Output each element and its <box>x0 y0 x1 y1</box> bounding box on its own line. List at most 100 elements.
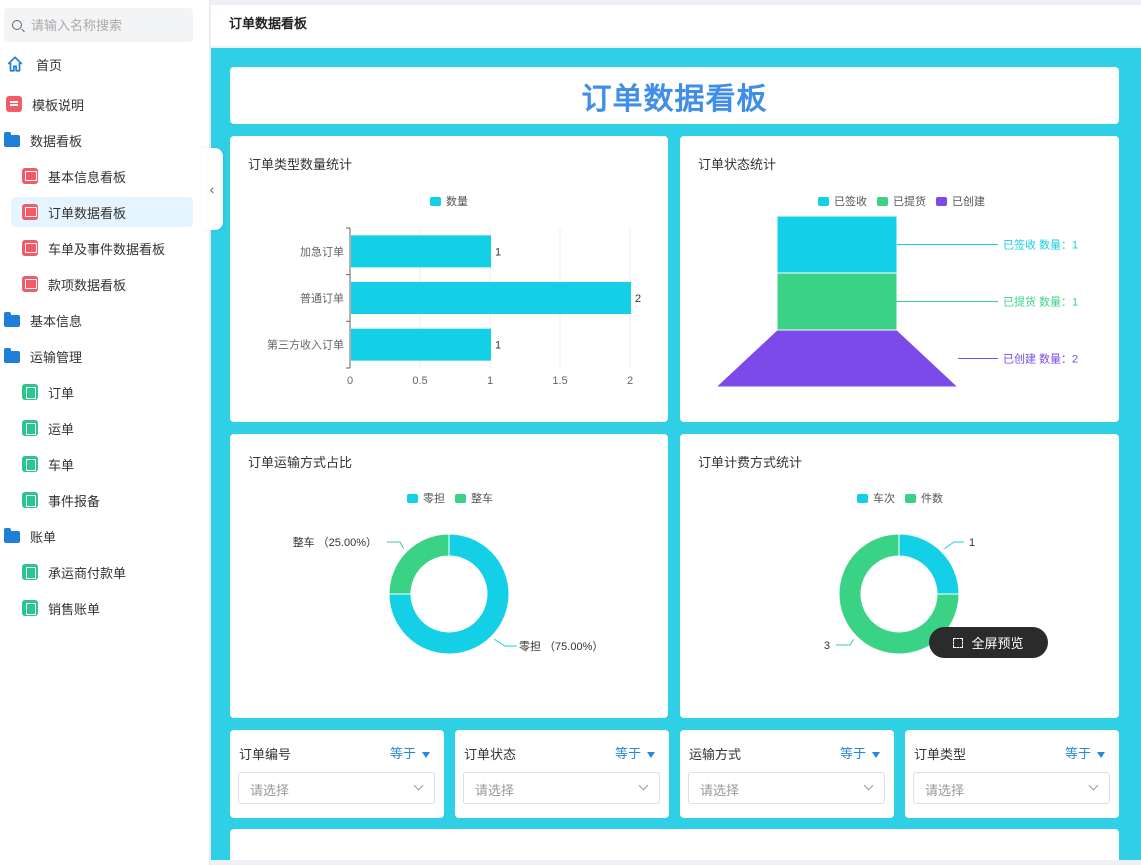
filter-label: 订单状态 <box>464 747 517 762</box>
chart-icon <box>22 168 38 184</box>
sidebar-item-label: 基本信息看板 <box>48 169 127 185</box>
bar <box>351 235 491 268</box>
fullscreen-preview-label: 全屏预览 <box>971 636 1024 651</box>
chevron-left-icon: ‹ <box>209 181 215 197</box>
sidebar-item-label: 承运商付款单 <box>48 565 127 581</box>
filter-label: 订单编号 <box>239 747 292 762</box>
filter-label: 订单类型 <box>914 747 967 762</box>
sidebar: 首页 模板说明 数据看板 基本信息看板 订单数据看板 车单及事件数据看板 款项数… <box>0 0 210 865</box>
donut-slice <box>388 533 450 595</box>
donut-chart: 13 <box>824 533 975 655</box>
sidebar-item-carrier-payments[interactable]: 承运商付款单 <box>22 557 192 587</box>
sidebar-item-transport[interactable]: 运输管理 <box>4 341 194 371</box>
funnel-segment <box>776 215 898 274</box>
data-label: 已提货 数量：1 <box>1003 295 1078 309</box>
sidebar-item-template-guide[interactable]: 模板说明 <box>6 89 196 119</box>
bar <box>351 282 631 314</box>
chart-card-billing-mode: 订单计费方式统计 车次 件数 13 <box>680 434 1119 718</box>
data-label: 零担 （75.00%） <box>519 639 603 653</box>
sidebar-item-vehicle-orders[interactable]: 车单 <box>22 449 192 479</box>
filter-select[interactable]: 请选择 <box>913 772 1110 804</box>
data-label: 已创建 数量：2 <box>1003 352 1078 366</box>
filter-operator-dropdown[interactable]: 等于 <box>615 743 655 762</box>
filter-placeholder: 请选择 <box>700 783 740 798</box>
form-icon <box>22 420 38 436</box>
filter-placeholder: 请选择 <box>250 783 290 798</box>
data-label: 已签收 数量：1 <box>1003 238 1078 252</box>
chevron-down-icon <box>863 780 874 791</box>
sidebar-item-label: 车单及事件数据看板 <box>48 241 166 257</box>
form-icon <box>22 456 38 472</box>
label-leader <box>836 638 855 646</box>
sidebar-item-label: 基本信息 <box>30 313 83 329</box>
home-icon <box>7 56 23 72</box>
filter-placeholder: 请选择 <box>475 783 515 798</box>
donut-chart: 零担 （75.00%） 整车 （25.00%） <box>293 533 603 655</box>
sidebar-item-bills[interactable]: 账单 <box>4 521 194 551</box>
label-leader <box>387 541 405 549</box>
search-input[interactable] <box>31 17 181 33</box>
chart-card-order-type: 订单类型数量统计 数量 0 0.5 1 1.5 2 1 加急订单 2 普通订单 1 第三方收入订单 <box>230 136 668 422</box>
data-label: 3 <box>824 640 830 652</box>
sidebar-item-basic-info-board[interactable]: 基本信息看板 <box>22 161 192 191</box>
sidebar-item-waybills[interactable]: 运单 <box>22 413 192 443</box>
sidebar-item-dashboards[interactable]: 数据看板 <box>4 125 194 155</box>
fullscreen-preview-button[interactable]: 全屏预览 <box>929 627 1048 658</box>
page-title: 订单数据看板 <box>229 16 308 31</box>
filter-operator-label: 等于 <box>1064 746 1091 761</box>
folder-icon <box>4 348 20 363</box>
filter-operator-label: 等于 <box>839 746 866 761</box>
form-icon <box>22 384 38 400</box>
chart-icon <box>22 276 38 292</box>
filter-order-number: 订单编号 等于 请选择 <box>230 730 444 818</box>
chevron-down-icon <box>413 780 424 791</box>
sidebar-item-event-reports[interactable]: 事件报备 <box>22 485 192 515</box>
filter-select[interactable]: 请选择 <box>463 772 660 804</box>
table-card <box>230 829 1119 860</box>
chart-card-order-status: 订单状态统计 已签收 已提货 已创建 已签收 数量：1 已提货 数量：1 已创建 数… <box>680 136 1119 422</box>
filter-operator-dropdown[interactable]: 等于 <box>390 743 430 762</box>
filter-select[interactable]: 请选择 <box>688 772 885 804</box>
dashboard-banner: 订单数据看板 <box>230 67 1119 124</box>
sidebar-item-label: 运单 <box>48 421 75 437</box>
search-box[interactable] <box>4 8 193 42</box>
filter-select[interactable]: 请选择 <box>238 772 435 804</box>
data-label: 1 <box>969 537 975 549</box>
sidebar-item-payment-board[interactable]: 款项数据看板 <box>22 269 192 299</box>
sidebar-item-home[interactable]: 首页 <box>6 49 196 79</box>
data-label: 2 <box>635 293 641 305</box>
sidebar-item-label: 款项数据看板 <box>48 277 127 293</box>
data-label: 整车 （25.00%） <box>293 535 377 549</box>
folder-icon <box>4 528 20 543</box>
chart-icon <box>22 240 38 256</box>
caret-down-icon <box>647 751 655 758</box>
sidebar-item-label: 账单 <box>30 529 57 545</box>
dashboard-canvas: 订单数据看板 订单类型数量统计 数量 0 0.5 1 1.5 2 1 加急订单 2 普通订单 1 第… <box>211 48 1141 860</box>
sidebar-item-basic-info[interactable]: 基本信息 <box>4 305 194 335</box>
y-tick-label: 普通订单 <box>300 291 344 305</box>
filter-transport-mode: 运输方式 等于 请选择 <box>680 730 894 818</box>
sidebar-item-orders[interactable]: 订单 <box>22 377 192 407</box>
sidebar-item-sales-bills[interactable]: 销售账单 <box>22 593 192 623</box>
sidebar-item-label: 订单 <box>48 385 75 401</box>
form-icon <box>22 564 38 580</box>
x-tick-label: 1 <box>487 375 493 387</box>
form-icon <box>22 492 38 508</box>
filter-order-status: 订单状态 等于 请选择 <box>455 730 669 818</box>
chart-icon <box>22 204 38 220</box>
caret-down-icon <box>872 751 880 758</box>
filter-operator-dropdown[interactable]: 等于 <box>840 743 880 762</box>
folder-icon <box>4 132 20 147</box>
y-tick-label: 加急订单 <box>300 244 344 258</box>
sidebar-item-label: 首页 <box>36 57 63 73</box>
filter-label: 运输方式 <box>689 747 742 762</box>
data-label: 1 <box>495 340 501 352</box>
sidebar-collapse-button[interactable]: ‹ <box>201 148 223 230</box>
sidebar-item-order-board[interactable]: 订单数据看板 <box>11 197 193 227</box>
chevron-down-icon <box>638 780 649 791</box>
sidebar-item-label: 数据看板 <box>30 133 83 149</box>
fullscreen-icon <box>953 637 964 648</box>
funnel-segment <box>714 329 960 388</box>
sidebar-item-vehicle-event-board[interactable]: 车单及事件数据看板 <box>22 233 192 263</box>
filter-operator-dropdown[interactable]: 等于 <box>1065 743 1105 762</box>
